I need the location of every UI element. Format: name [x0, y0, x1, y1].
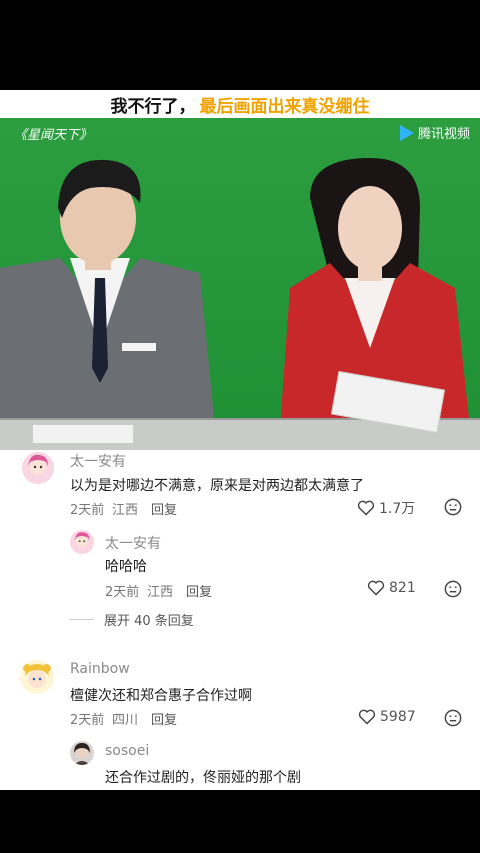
comment-username[interactable]: 太一安有: [70, 451, 126, 471]
reply-username[interactable]: 太一安有: [105, 533, 161, 553]
comment-location: 江西: [112, 503, 139, 518]
comment-text: 以为是对哪边不满意，原来是对两边都太满意了: [70, 478, 364, 494]
like-count: 1.7万: [379, 501, 416, 517]
bottom-letterbox: [0, 790, 480, 853]
heart-icon: [367, 580, 385, 596]
title-part-2: 最后画面出来真没绷住: [199, 96, 370, 117]
like-button[interactable]: 821: [367, 580, 416, 596]
avatar-photo-icon: [70, 741, 94, 765]
reply-time: 2天前: [105, 585, 140, 600]
comment-time: 2天前: [70, 503, 105, 518]
avatar[interactable]: [20, 660, 54, 694]
script-paper-left: [32, 424, 134, 444]
like-count: 5987: [380, 709, 416, 725]
avatar[interactable]: [22, 452, 54, 484]
emoji-reaction-icon[interactable]: [444, 580, 462, 598]
heart-icon: [357, 500, 375, 516]
avatar-anime-girl-icon: [70, 530, 94, 554]
like-button[interactable]: 5987: [358, 709, 416, 725]
reply-button[interactable]: 回复: [186, 581, 212, 600]
reply-button[interactable]: 回复: [151, 709, 177, 728]
avatar-anime-girl-icon: [22, 452, 54, 484]
emoji-reaction-icon[interactable]: [444, 709, 462, 727]
comment-text: 檀健次还和郑合惠子合作过啊: [70, 688, 252, 704]
comment-section: 太一安有 以为是对哪边不满意，原来是对两边都太满意了 2天前 江西 回复 1.7…: [0, 450, 480, 790]
reply-text: 还合作过剧的，佟丽娅的那个剧: [105, 770, 301, 786]
comment-username[interactable]: Rainbow: [70, 661, 130, 677]
expand-replies-label: 展开 40 条回复: [104, 614, 194, 629]
male-anchor-figure: [0, 159, 215, 428]
comment-location: 四川: [112, 713, 139, 728]
reply-text: 哈哈哈: [105, 559, 147, 575]
title-banner: 我不行了， 最后画面出来真没绷住: [0, 90, 480, 118]
platform-logo: 腾讯视频: [399, 123, 470, 142]
emoji-reaction-icon[interactable]: [444, 498, 462, 516]
title-part-1: 我不行了，: [110, 96, 196, 117]
show-name: 《星闻天下》: [14, 128, 93, 143]
like-count: 821: [389, 580, 416, 596]
expand-replies-button[interactable]: 展开 40 条回复: [70, 610, 194, 629]
like-button[interactable]: 1.7万: [357, 498, 415, 518]
comment-time: 2天前: [70, 713, 105, 728]
reply-location: 江西: [147, 585, 174, 600]
video-frame[interactable]: 《星闻天下》 腾讯视频: [0, 118, 480, 450]
avatar[interactable]: [70, 741, 94, 765]
avatar[interactable]: [70, 530, 94, 554]
avatar-sailor-moon-icon: [20, 660, 54, 694]
reply-button[interactable]: 回复: [151, 499, 177, 518]
expand-divider: [70, 619, 94, 620]
top-letterbox: [0, 0, 480, 90]
reply-username[interactable]: sosoei: [105, 743, 149, 759]
platform-logo-text: 腾讯视频: [417, 127, 470, 142]
heart-icon: [358, 709, 376, 725]
play-logo-icon: [399, 124, 414, 141]
